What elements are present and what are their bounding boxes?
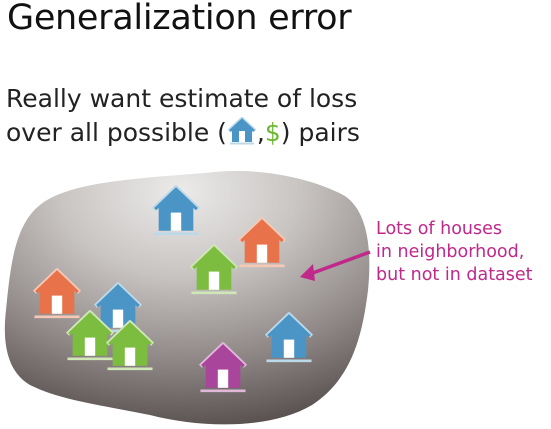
neighborhood-illustration xyxy=(4,171,371,425)
annotation-line-3: but not in dataset xyxy=(376,265,533,285)
annotation-text: Lots of houses in neighborhood, but not … xyxy=(376,218,533,287)
annotation-line-2: in neighborhood, xyxy=(376,242,525,262)
annotation-line-1: Lots of houses xyxy=(376,219,503,239)
